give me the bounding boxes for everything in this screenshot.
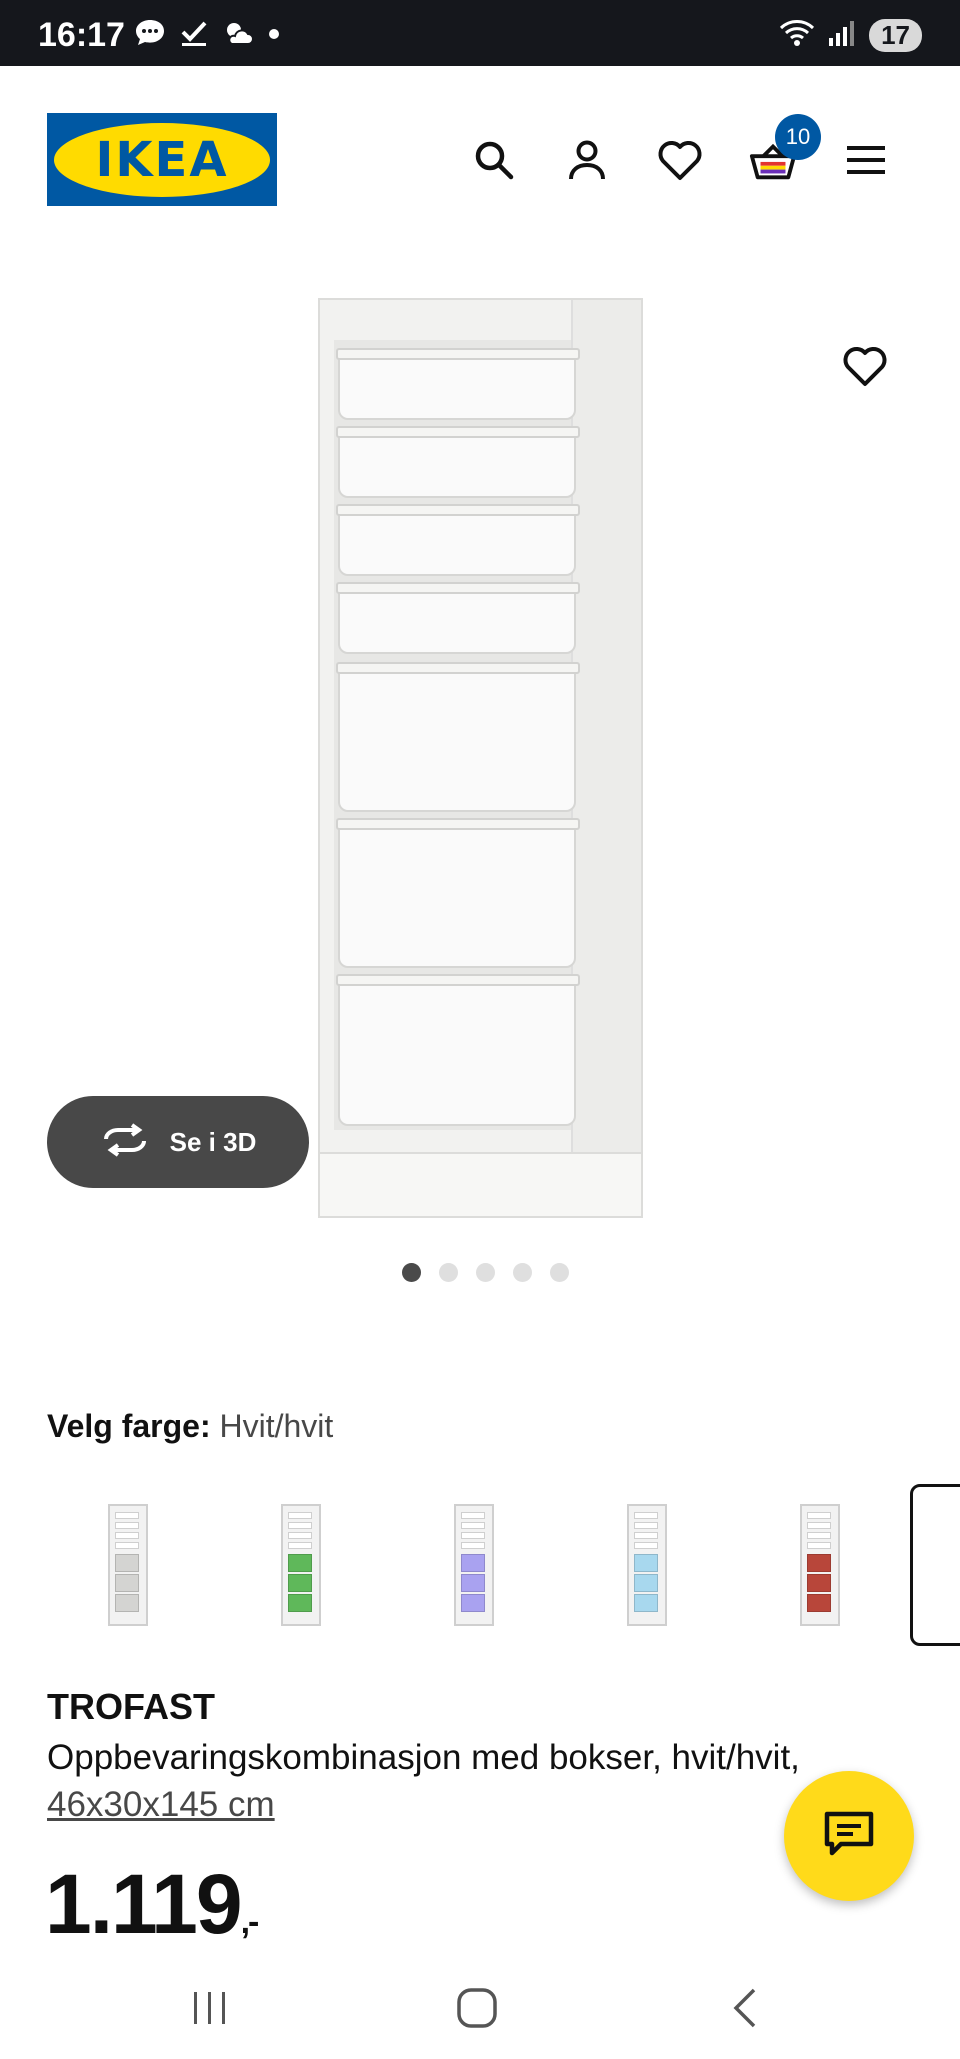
swatch-thumbnail — [627, 1504, 667, 1626]
gallery-dot[interactable] — [549, 1263, 569, 1282]
color-label-value: Hvit/hvit — [219, 1408, 334, 1444]
favourites-heart-icon[interactable] — [656, 136, 704, 184]
gallery-dot[interactable] — [512, 1263, 532, 1282]
ikea-logo[interactable]: IKEA — [47, 113, 277, 206]
color-swatch-green[interactable] — [236, 1500, 366, 1630]
account-icon[interactable] — [563, 136, 611, 184]
color-swatch-grey[interactable] — [63, 1500, 193, 1630]
product-description: Oppbevaringskombinasjon med bokser, hvit… — [47, 1734, 917, 1828]
message-icon — [134, 18, 166, 54]
product-description-text: Oppbevaringskombinasjon med bokser, hvit… — [47, 1738, 800, 1777]
gallery-dot[interactable] — [401, 1263, 421, 1282]
product-price: 1.119,- — [45, 1856, 260, 1953]
signal-icon — [827, 18, 857, 53]
product-photo — [318, 298, 643, 1218]
wifi-icon — [779, 18, 815, 53]
color-swatch-lilac[interactable] — [409, 1500, 539, 1630]
chat-icon — [823, 1810, 875, 1863]
swatch-thumbnail — [281, 1504, 321, 1626]
color-swatch-selected-white[interactable] — [910, 1484, 960, 1646]
site-header: IKEA 10 — [0, 66, 960, 236]
swatch-thumbnail — [800, 1504, 840, 1626]
notification-icons — [134, 18, 280, 54]
logo-text: IKEA — [95, 131, 229, 188]
battery-indicator: 17 — [869, 19, 922, 52]
gallery-pagination — [0, 1263, 960, 1282]
dot-icon — [268, 18, 280, 54]
gallery-dot[interactable] — [438, 1263, 458, 1282]
cart-count-badge: 10 — [775, 114, 821, 160]
color-swatches — [0, 1480, 960, 1650]
status-bar: 16:17 17 — [0, 0, 960, 66]
weather-icon — [222, 18, 254, 54]
see-in-3d-button[interactable]: Se i 3D — [47, 1096, 309, 1188]
rotate-3d-icon — [100, 1122, 150, 1162]
system-icons: 17 — [779, 18, 922, 53]
price-value: 1.119 — [45, 1857, 243, 1951]
swatch-thumbnail — [108, 1504, 148, 1626]
color-swatch-red[interactable] — [755, 1500, 885, 1630]
search-icon[interactable] — [470, 136, 518, 184]
status-time: 16:17 — [38, 16, 125, 54]
product-gallery[interactable]: Se i 3D — [0, 236, 960, 1282]
price-suffix: ,- — [240, 1903, 260, 1941]
swatch-thumbnail — [454, 1504, 494, 1626]
home-icon[interactable] — [447, 1985, 507, 2031]
color-label-title: Velg farge: — [47, 1408, 211, 1444]
chat-button[interactable] — [784, 1771, 914, 1901]
menu-icon[interactable] — [842, 136, 890, 184]
product-name: TROFAST — [47, 1686, 215, 1727]
see-in-3d-label: Se i 3D — [169, 1126, 257, 1157]
color-select-label: Velg farge: Hvit/hvit — [47, 1408, 333, 1445]
add-to-favourites-heart-icon[interactable] — [842, 344, 890, 392]
checkmark-icon — [180, 18, 208, 54]
system-nav-bar — [0, 1955, 960, 2059]
color-swatch-light-blue[interactable] — [582, 1500, 712, 1630]
recent-apps-icon[interactable] — [180, 1985, 240, 2031]
gallery-dot[interactable] — [475, 1263, 495, 1282]
back-icon[interactable] — [715, 1985, 775, 2031]
